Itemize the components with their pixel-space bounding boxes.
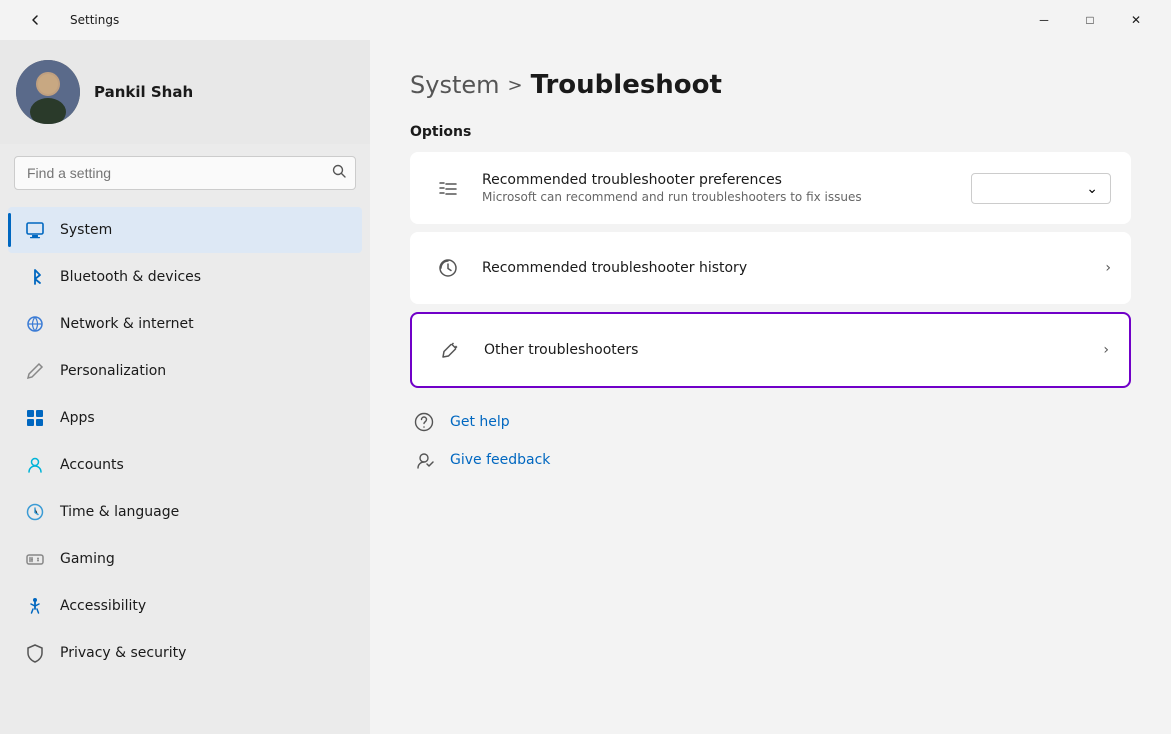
user-section[interactable]: Pankil Shah (0, 40, 370, 144)
recommended-prefs-text: Recommended troubleshooter preferences M… (482, 172, 971, 204)
sidebar-item-bluetooth[interactable]: Bluetooth & devices (8, 254, 362, 300)
option-card-recommended-history: Recommended troubleshooter history › (410, 232, 1131, 304)
recommended-prefs-row[interactable]: Recommended troubleshooter preferences M… (410, 152, 1131, 224)
breadcrumb-separator: > (508, 75, 523, 96)
time-icon (24, 501, 46, 523)
sidebar-item-label-accounts: Accounts (60, 457, 124, 473)
apps-icon (24, 407, 46, 429)
sidebar-item-label-system: System (60, 222, 112, 238)
breadcrumb-current: Troubleshoot (531, 70, 722, 100)
sidebar-item-personalization[interactable]: Personalization (8, 348, 362, 394)
link-get-help[interactable]: Get help (410, 408, 1131, 436)
search-icon (332, 164, 346, 182)
window-controls: ─ □ ✕ (1021, 4, 1159, 36)
breadcrumb: System > Troubleshoot (410, 70, 1131, 100)
breadcrumb-parent[interactable]: System (410, 71, 500, 99)
network-icon (24, 313, 46, 335)
title-bar-left: Settings (12, 4, 119, 36)
nav-list: System Bluetooth & devices Network & int… (0, 202, 370, 681)
option-card-other-troubleshooters: Other troubleshooters › (410, 312, 1131, 388)
sidebar-item-label-time: Time & language (60, 504, 179, 520)
sidebar: Pankil Shah System Bluetooth & devices N… (0, 40, 370, 734)
sidebar-item-system[interactable]: System (8, 207, 362, 253)
avatar (16, 60, 80, 124)
sidebar-item-label-accessibility: Accessibility (60, 598, 146, 614)
gaming-icon (24, 548, 46, 570)
app-title: Settings (70, 13, 119, 27)
recommended-history-text: Recommended troubleshooter history (482, 260, 1105, 276)
title-bar: Settings ─ □ ✕ (0, 0, 1171, 40)
give-feedback-label[interactable]: Give feedback (450, 452, 550, 468)
recommended-prefs-icon (430, 170, 466, 206)
minimize-button[interactable]: ─ (1021, 4, 1067, 36)
privacy-icon (24, 642, 46, 664)
other-troubleshooters-chevron: › (1103, 342, 1109, 358)
sidebar-item-accessibility[interactable]: Accessibility (8, 583, 362, 629)
sidebar-item-label-privacy: Privacy & security (60, 645, 186, 661)
sidebar-item-network[interactable]: Network & internet (8, 301, 362, 347)
recommended-history-icon (430, 250, 466, 286)
other-troubleshooters-title: Other troubleshooters (484, 342, 1103, 358)
search-box (14, 156, 356, 190)
section-title: Options (410, 124, 1131, 140)
get-help-icon (410, 408, 438, 436)
give-feedback-icon (410, 446, 438, 474)
sidebar-item-apps[interactable]: Apps (8, 395, 362, 441)
sidebar-item-label-apps: Apps (60, 410, 95, 426)
other-troubleshooters-text: Other troubleshooters (484, 342, 1103, 358)
other-troubleshooters-row[interactable]: Other troubleshooters › (412, 314, 1129, 386)
recommended-history-row[interactable]: Recommended troubleshooter history › (410, 232, 1131, 304)
system-icon (24, 219, 46, 241)
options-container: Recommended troubleshooter preferences M… (410, 152, 1131, 388)
main-content: System > Troubleshoot Options Recommende… (370, 40, 1171, 734)
sidebar-item-accounts[interactable]: Accounts (8, 442, 362, 488)
maximize-button[interactable]: □ (1067, 4, 1113, 36)
close-button[interactable]: ✕ (1113, 4, 1159, 36)
option-card-recommended-prefs: Recommended troubleshooter preferences M… (410, 152, 1131, 224)
personalization-icon (24, 360, 46, 382)
accessibility-icon (24, 595, 46, 617)
bluetooth-icon (24, 266, 46, 288)
sidebar-item-label-network: Network & internet (60, 316, 194, 332)
recommended-prefs-desc: Microsoft can recommend and run troubles… (482, 190, 971, 204)
link-give-feedback[interactable]: Give feedback (410, 446, 1131, 474)
get-help-label[interactable]: Get help (450, 414, 510, 430)
back-button[interactable] (12, 4, 58, 36)
sidebar-item-label-gaming: Gaming (60, 551, 115, 567)
sidebar-item-time[interactable]: Time & language (8, 489, 362, 535)
recommended-history-title: Recommended troubleshooter history (482, 260, 1105, 276)
user-name: Pankil Shah (94, 83, 193, 101)
recommended-history-chevron: › (1105, 260, 1111, 276)
sidebar-item-gaming[interactable]: Gaming (8, 536, 362, 582)
app-body: Pankil Shah System Bluetooth & devices N… (0, 40, 1171, 734)
links-section: Get help Give feedback (410, 408, 1131, 474)
recommended-prefs-title: Recommended troubleshooter preferences (482, 172, 971, 188)
other-troubleshooters-icon (432, 332, 468, 368)
sidebar-item-label-bluetooth: Bluetooth & devices (60, 269, 201, 285)
sidebar-item-label-personalization: Personalization (60, 363, 166, 379)
search-input[interactable] (14, 156, 356, 190)
accounts-icon (24, 454, 46, 476)
chevron-down-icon: ⌄ (1086, 180, 1098, 197)
recommended-prefs-dropdown[interactable]: ⌄ (971, 173, 1111, 204)
sidebar-item-privacy[interactable]: Privacy & security (8, 630, 362, 676)
